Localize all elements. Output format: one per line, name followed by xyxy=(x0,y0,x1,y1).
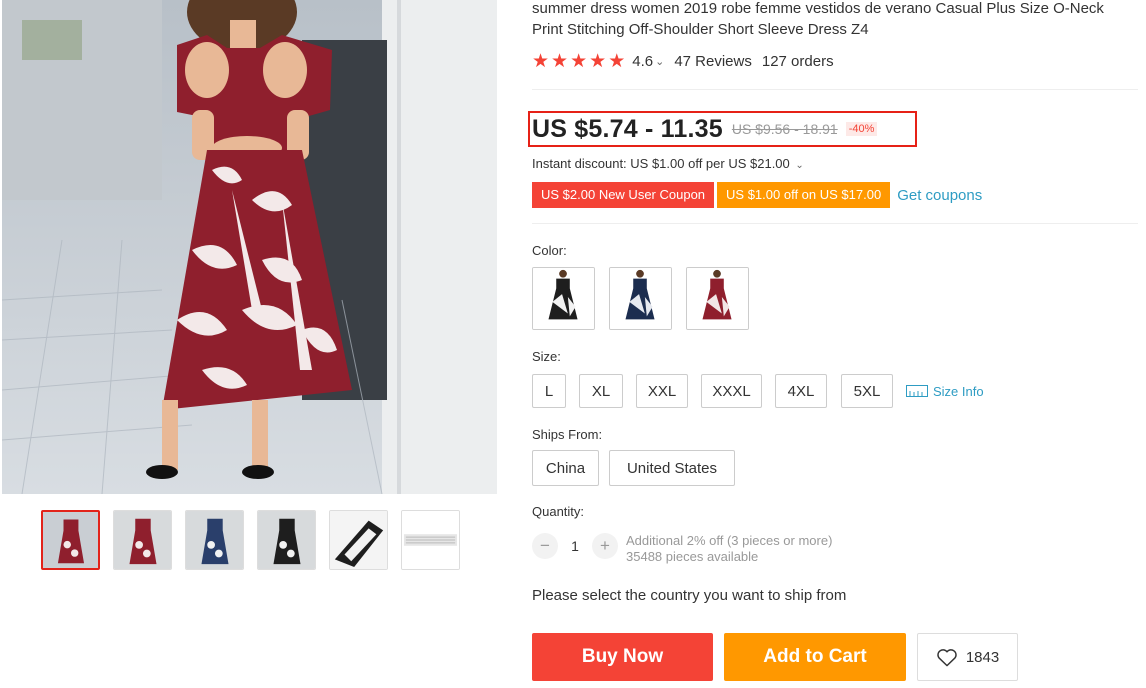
product-title: summer dress women 2019 robe femme vesti… xyxy=(532,0,1104,38)
thumbnail-image xyxy=(186,511,243,569)
size-info-link[interactable]: Size Info xyxy=(906,384,984,399)
thumbnail-strip xyxy=(41,510,460,570)
thumbnail-image xyxy=(402,511,459,569)
chevron-down-icon[interactable]: ⌄ xyxy=(655,55,664,68)
color-option-navy[interactable] xyxy=(609,267,672,330)
buy-now-button[interactable]: Buy Now xyxy=(532,633,713,681)
ships-from-china[interactable]: China xyxy=(532,450,599,486)
ships-from-united-states[interactable]: United States xyxy=(609,450,735,486)
size-option-xxl[interactable]: XXL xyxy=(636,374,688,408)
size-label: Size: xyxy=(532,349,561,364)
size-option-4xl[interactable]: 4XL xyxy=(775,374,827,408)
divider xyxy=(532,223,1138,224)
quantity-label: Quantity: xyxy=(532,504,585,519)
color-option-black[interactable] xyxy=(532,267,595,330)
color-label: Color: xyxy=(532,243,567,258)
size-info-label: Size Info xyxy=(933,383,984,399)
thumbnail-2[interactable] xyxy=(113,510,172,570)
star-rating: ★ ★ ★ ★ ★ xyxy=(532,52,625,71)
orders-count: 127 orders xyxy=(761,53,834,70)
add-to-cart-button[interactable]: Add to Cart xyxy=(724,633,906,681)
ship-from-message: Please select the country you want to sh… xyxy=(532,587,847,604)
size-option-l[interactable]: L xyxy=(532,374,566,408)
thumbnail-image xyxy=(43,512,98,568)
thumbnail-image xyxy=(330,511,387,569)
quantity-note: Additional 2% off (3 pieces or more) 354… xyxy=(626,533,832,565)
color-options xyxy=(532,267,749,330)
thumbnail-5[interactable] xyxy=(329,510,388,570)
reviews-link[interactable]: 47 Reviews xyxy=(674,53,752,70)
get-coupons-link[interactable]: Get coupons xyxy=(897,187,982,204)
ships-from-options: China United States xyxy=(532,450,735,486)
quantity-value[interactable]: 1 xyxy=(558,533,592,559)
ruler-icon xyxy=(906,385,928,397)
discount-badge: -40% xyxy=(845,122,878,136)
size-options: L XL XXL XXXL 4XL 5XL Size Info xyxy=(532,374,984,408)
star-icon: ★ xyxy=(589,51,607,72)
stock-available: 35488 pieces available xyxy=(626,549,759,564)
thumbnail-1[interactable] xyxy=(41,510,100,570)
instant-discount[interactable]: Instant discount: US $1.00 off per US $2… xyxy=(532,156,804,171)
size-option-xl[interactable]: XL xyxy=(579,374,623,408)
current-price: US $5.74 - 11.35 xyxy=(532,114,723,143)
dress-photo xyxy=(2,0,497,494)
thumbnail-image xyxy=(258,511,315,569)
heart-icon xyxy=(937,648,957,666)
color-swatch-image xyxy=(610,268,671,329)
star-icon: ★ xyxy=(570,51,588,72)
plus-icon[interactable]: + xyxy=(592,533,618,559)
color-option-wine[interactable] xyxy=(686,267,749,330)
color-swatch-image xyxy=(687,268,748,329)
wishlist-count: 1843 xyxy=(965,648,1000,666)
minus-icon[interactable]: − xyxy=(532,533,558,559)
star-icon: ★ xyxy=(608,51,626,72)
rating-value[interactable]: 4.6 xyxy=(632,53,653,70)
action-buttons: Buy Now Add to Cart 1843 xyxy=(532,633,1018,681)
color-swatch-image xyxy=(533,268,594,329)
thumbnail-image xyxy=(114,511,171,569)
size-option-5xl[interactable]: 5XL xyxy=(841,374,893,408)
instant-discount-text: Instant discount: US $1.00 off per US $2… xyxy=(532,156,790,171)
rating-row: ★ ★ ★ ★ ★ 4.6 ⌄ 47 Reviews 127 orders xyxy=(532,52,834,71)
new-user-coupon[interactable]: US $2.00 New User Coupon xyxy=(532,182,715,208)
star-icon: ★ xyxy=(551,51,569,72)
thumbnail-4[interactable] xyxy=(257,510,316,570)
chevron-down-icon: ⌄ xyxy=(795,160,804,171)
price-highlight: US $5.74 - 11.35 US $9.56 - 18.91 -40% xyxy=(528,111,917,147)
original-price: US $9.56 - 18.91 xyxy=(731,121,838,137)
ships-from-label: Ships From: xyxy=(532,427,603,442)
wishlist-button[interactable]: 1843 xyxy=(917,633,1018,681)
thumbnail-3[interactable] xyxy=(185,510,244,570)
divider xyxy=(532,89,1138,90)
star-icon: ★ xyxy=(532,51,550,72)
thumbnail-6[interactable] xyxy=(401,510,460,570)
quantity-stepper: − 1 + Additional 2% off (3 pieces or mor… xyxy=(532,533,832,565)
bulk-discount-note: Additional 2% off (3 pieces or more) xyxy=(626,533,833,548)
size-option-xxxl[interactable]: XXXL xyxy=(701,374,762,408)
main-product-image[interactable] xyxy=(2,0,497,494)
store-coupon[interactable]: US $1.00 off on US $17.00 xyxy=(717,182,891,208)
coupon-row: US $2.00 New User Coupon US $1.00 off on… xyxy=(532,182,982,208)
